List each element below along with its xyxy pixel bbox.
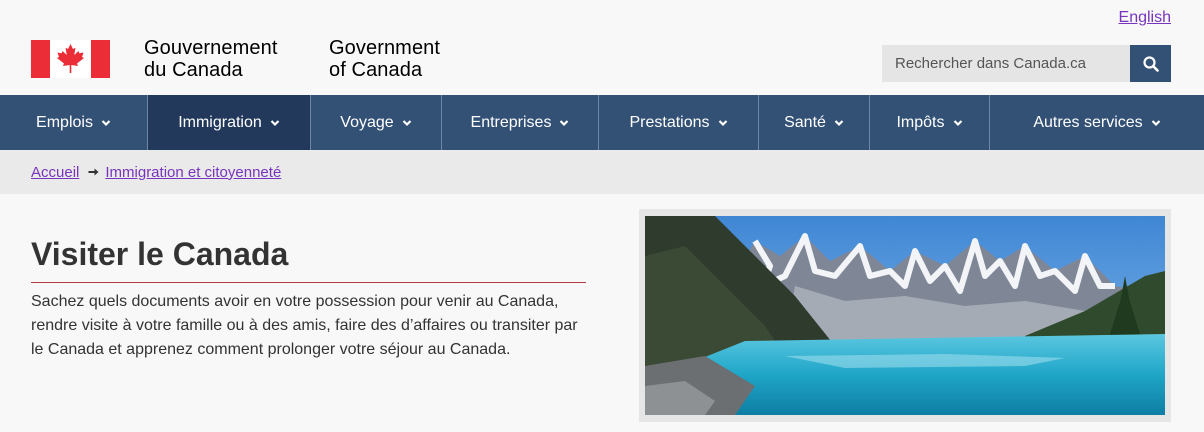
menu-item-entreprises[interactable]: Entreprises: [442, 95, 599, 150]
language-toggle-link[interactable]: English: [1119, 9, 1171, 27]
page-intro-text: Sachez quels documents avoir en votre po…: [31, 293, 578, 358]
menu-item-autres-services[interactable]: Autres services: [990, 95, 1204, 150]
mountain-lake-image: [645, 216, 1165, 415]
menu-item-emplois[interactable]: Emplois: [0, 95, 148, 150]
search-form: Rechercher dans Canada.ca: [882, 45, 1171, 82]
menu-item-label: Immigration: [178, 113, 262, 131]
chevron-down-icon: [101, 119, 111, 126]
chevron-down-icon: [270, 119, 280, 126]
chevron-down-icon: [718, 119, 727, 126]
chevron-down-icon: [402, 119, 411, 126]
breadcrumb-current-link[interactable]: Immigration et citoyenneté: [105, 164, 281, 181]
search-icon: [1142, 55, 1159, 72]
title-underline: [31, 282, 586, 283]
menu-item-immigration[interactable]: Immigration: [148, 95, 311, 150]
canada-flag-logo: [31, 40, 110, 78]
site-header: English Gouvernement du Canada Governmen…: [0, 0, 1204, 95]
main-menu: Emplois Immigration Voyage Entreprises P…: [0, 95, 1204, 150]
menu-item-label: Autres services: [1033, 113, 1143, 131]
feature-image: [639, 209, 1171, 422]
menu-item-label: Impôts: [896, 113, 945, 131]
signature-en-line2: of Canada: [329, 59, 423, 81]
menu-item-label: Entreprises: [470, 113, 552, 131]
menu-item-label: Prestations: [629, 113, 710, 131]
breadcrumb: Accueil Immigration et citoyenneté: [0, 150, 1204, 194]
breadcrumb-home-link[interactable]: Accueil: [31, 164, 79, 181]
search-button[interactable]: [1130, 45, 1171, 82]
chevron-down-icon: [560, 119, 569, 126]
signature-fr-line1: Gouvernement: [144, 37, 278, 59]
search-input[interactable]: Rechercher dans Canada.ca: [882, 45, 1130, 82]
menu-item-label: Voyage: [340, 113, 394, 131]
chevron-down-icon: [953, 119, 962, 126]
signature-french: Gouvernement du Canada: [144, 37, 278, 81]
menu-item-prestations[interactable]: Prestations: [599, 95, 759, 150]
page-title: Visiter le Canada: [31, 236, 289, 272]
menu-item-voyage[interactable]: Voyage: [311, 95, 442, 150]
signature-fr-line2: du Canada: [144, 59, 243, 81]
chevron-down-icon: [1151, 119, 1160, 126]
signature-english: Government of Canada: [329, 37, 440, 81]
menu-item-label: Santé: [784, 113, 826, 131]
menu-item-sante[interactable]: Santé: [759, 95, 870, 150]
menu-item-impots[interactable]: Impôts: [870, 95, 990, 150]
menu-item-label: Emplois: [36, 113, 93, 131]
chevron-down-icon: [834, 119, 844, 126]
signature-en-line1: Government: [329, 37, 441, 59]
arrow-right-icon: [88, 168, 99, 176]
